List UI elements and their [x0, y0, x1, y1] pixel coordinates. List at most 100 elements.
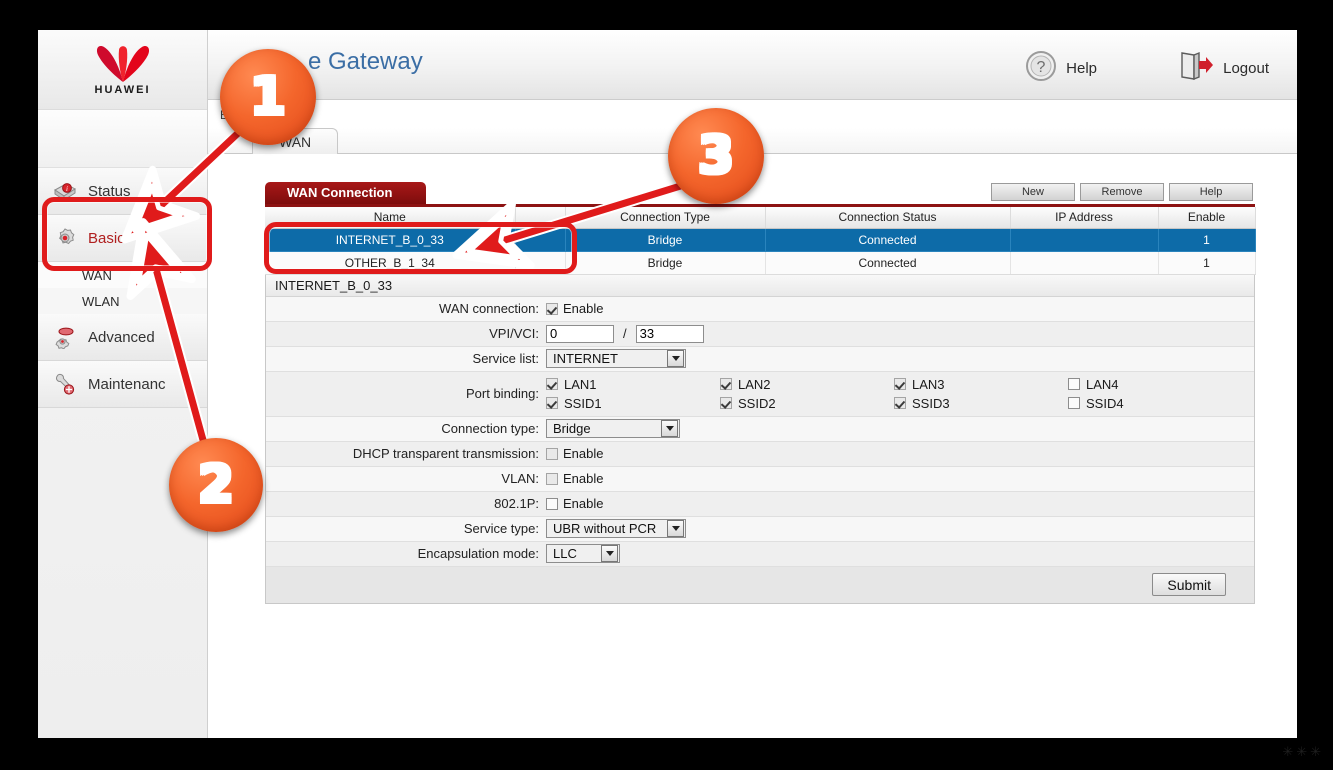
column-header-name: Name	[265, 207, 516, 229]
cell-connection-type: Bridge	[565, 228, 766, 252]
dot1p-checkbox[interactable]	[546, 497, 558, 510]
lan2-checkbox[interactable]	[720, 378, 732, 390]
help-label: Help	[1066, 59, 1097, 77]
ssid1-checkbox[interactable]	[546, 397, 558, 409]
service-type-select[interactable]: UBR without PCR	[546, 519, 686, 538]
dhcp-transparent-checkbox[interactable]	[546, 447, 558, 460]
vlan-checkbox[interactable]	[546, 472, 558, 485]
sidebar-subitem-wan[interactable]: WAN	[38, 262, 207, 288]
vpi-input[interactable]	[546, 324, 614, 343]
tab-wan[interactable]: WAN	[252, 128, 339, 154]
encapsulation-mode-value: LLC	[553, 546, 577, 561]
cell-spacer	[515, 251, 566, 275]
port-binding-column: LAN2 SSID2	[720, 375, 894, 413]
port-binding-column: LAN3 SSID3	[894, 375, 1068, 413]
column-header-connection-type: Connection Type	[565, 207, 766, 229]
service-list-select[interactable]: INTERNET	[546, 349, 686, 368]
form-row-dot1p: 802.1P: Enable	[266, 491, 1254, 517]
brand-name: HUAWEI	[94, 84, 151, 96]
lan2-label: LAN2	[738, 376, 771, 392]
vci-input[interactable]	[635, 324, 704, 343]
ssid3-label: SSID3	[912, 395, 950, 411]
svg-text:?: ?	[1037, 59, 1046, 76]
sidebar-spacer	[38, 110, 207, 168]
panel-tab-label: WAN Connection	[287, 185, 393, 200]
service-list-value: INTERNET	[553, 351, 618, 366]
port-binding-column: LAN4 SSID4	[1068, 375, 1242, 413]
column-header-enable: Enable	[1158, 207, 1256, 229]
lan3-checkbox[interactable]	[894, 378, 906, 390]
gears-icon	[52, 325, 78, 350]
form-row-service-list: Service list: INTERNET	[266, 346, 1254, 372]
main-content: e Gateway ? Help Logout Ba WAN WAN Conne…	[208, 30, 1297, 738]
encapsulation-mode-select[interactable]: LLC	[546, 544, 620, 563]
wrench-icon	[52, 372, 78, 396]
vpi-vci-separator: /	[623, 326, 627, 341]
lan4-checkbox[interactable]	[1068, 378, 1080, 390]
form-row-wan-connection: WAN connection: Enable	[266, 296, 1254, 322]
panel-help-button[interactable]: Help	[1169, 183, 1253, 201]
cell-enable: 1	[1158, 251, 1256, 275]
sidebar-item-label: Basic	[88, 229, 125, 247]
wan-connection-checkbox[interactable]	[546, 302, 558, 315]
vlan-enable-label: Enable	[563, 471, 604, 486]
sidebar-item-maintenance[interactable]: Maintenanc	[38, 361, 207, 408]
brand-logo: HUAWEI	[38, 30, 207, 110]
label-port-binding: Port binding:	[466, 386, 539, 401]
question-mark-icon: ?	[1025, 50, 1057, 86]
remove-button[interactable]: Remove	[1080, 183, 1164, 201]
logout-button[interactable]: Logout	[1178, 50, 1269, 86]
wan-detail-form: INTERNET_B_0_33 WAN connection: Enable V…	[265, 274, 1255, 604]
form-row-service-type: Service type: UBR without PCR	[266, 516, 1254, 542]
lan1-checkbox[interactable]	[546, 378, 558, 390]
table-row[interactable]: INTERNET_B_0_33 Bridge Connected 1	[265, 228, 1256, 252]
chevron-down-icon	[667, 520, 684, 537]
cell-name: INTERNET_B_0_33	[265, 228, 516, 252]
table-row[interactable]: OTHER_B_1_34 Bridge Connected 1	[265, 251, 1256, 275]
new-button[interactable]: New	[991, 183, 1075, 201]
remove-button-label: Remove	[1101, 186, 1143, 198]
ssid2-checkbox[interactable]	[720, 397, 732, 409]
ssid2-label: SSID2	[738, 395, 776, 411]
cell-ip-address	[1010, 251, 1159, 275]
corner-marks: ✳✳✳	[1282, 744, 1324, 759]
ssid1-label: SSID1	[564, 395, 602, 411]
screenshot-root: HUAWEI i Status Basic WAN WLAN Advanced …	[0, 0, 1333, 770]
sidebar: HUAWEI i Status Basic WAN WLAN Advanced …	[38, 30, 208, 738]
ssid3-checkbox[interactable]	[894, 397, 906, 409]
page-title: e Gateway	[308, 48, 423, 75]
label-service-list: Service list:	[472, 351, 539, 366]
sidebar-item-status[interactable]: i Status	[38, 168, 207, 215]
help-button[interactable]: ? Help	[1025, 50, 1097, 86]
ssid4-checkbox[interactable]	[1068, 397, 1080, 409]
service-type-value: UBR without PCR	[553, 521, 657, 536]
connection-type-select[interactable]: Bridge	[546, 419, 680, 438]
sidebar-item-label: Advanced	[88, 328, 155, 346]
router-web-ui: HUAWEI i Status Basic WAN WLAN Advanced …	[38, 30, 1297, 738]
connection-type-value: Bridge	[553, 421, 591, 436]
form-heading: INTERNET_B_0_33	[266, 274, 1254, 297]
form-row-vpi-vci: VPI/VCI: /	[266, 321, 1254, 347]
sidebar-item-label: Status	[88, 182, 131, 200]
form-row-vlan: VLAN: Enable	[266, 466, 1254, 492]
lan4-label: LAN4	[1086, 376, 1119, 392]
info-disk-icon: i	[52, 179, 78, 203]
form-row-encapsulation-mode: Encapsulation mode: LLC	[266, 541, 1254, 567]
cell-connection-status: Connected	[765, 251, 1011, 275]
cell-connection-type: Bridge	[565, 251, 766, 275]
svg-text:i: i	[66, 185, 68, 193]
tab-strip: WAN	[208, 128, 1297, 154]
sidebar-subitem-wlan[interactable]: WLAN	[38, 288, 207, 314]
gear-icon	[52, 226, 78, 250]
panel-tab-wan-connection[interactable]: WAN Connection	[265, 182, 427, 204]
breadcrumb: Ba	[220, 108, 235, 122]
form-row-connection-type: Connection type: Bridge	[266, 416, 1254, 442]
sidebar-item-basic[interactable]: Basic	[38, 215, 207, 262]
lan3-label: LAN3	[912, 376, 945, 392]
submit-button[interactable]: Submit	[1152, 573, 1226, 596]
form-footer: Submit	[266, 566, 1254, 603]
sidebar-item-advanced[interactable]: Advanced	[38, 314, 207, 361]
chevron-down-icon	[601, 545, 618, 562]
lan1-label: LAN1	[564, 376, 597, 392]
wan-connection-enable-label: Enable	[563, 301, 604, 316]
